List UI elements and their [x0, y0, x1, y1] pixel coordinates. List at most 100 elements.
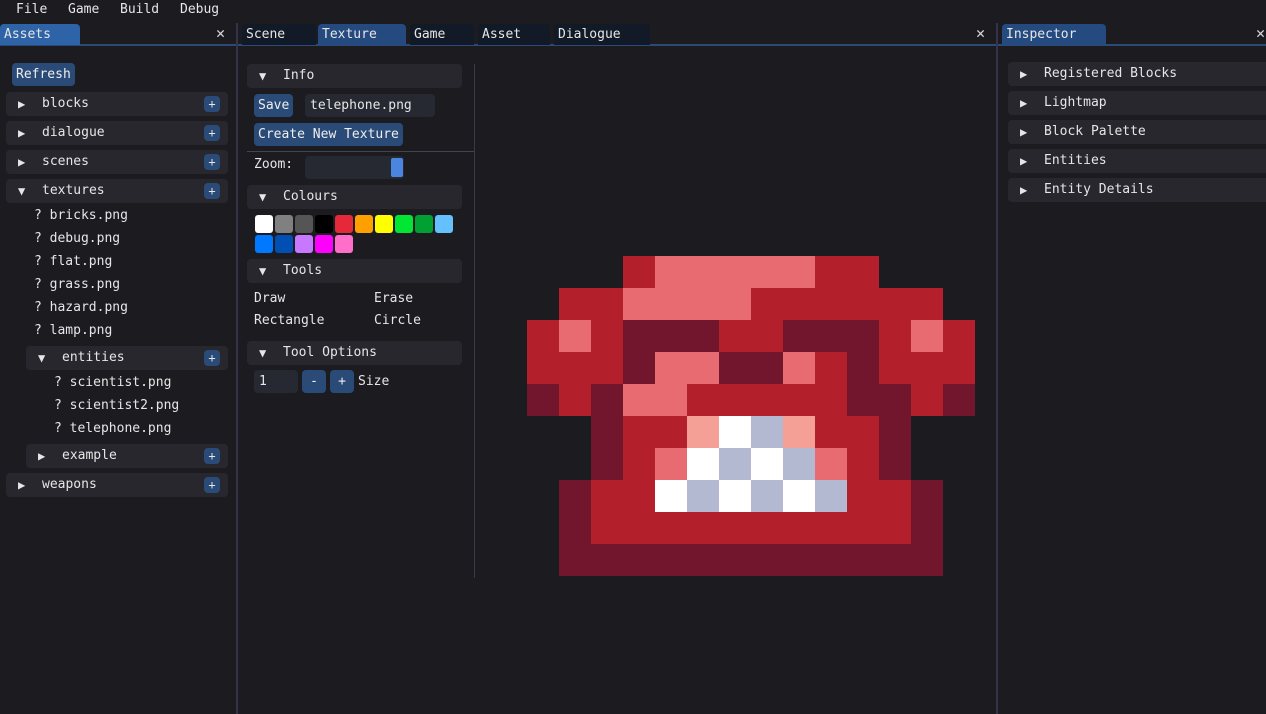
menu-game[interactable]: Game	[68, 2, 99, 17]
inspector-section[interactable]: ▶ Lightmap	[1008, 91, 1266, 115]
texture-pixel[interactable]	[783, 480, 815, 512]
texture-pixel[interactable]	[879, 512, 911, 544]
colour-swatch[interactable]	[315, 235, 333, 253]
texture-pixel[interactable]	[847, 320, 879, 352]
texture-pixel[interactable]	[719, 256, 751, 288]
colours-header[interactable]: ▼ Colours	[247, 185, 462, 209]
texture-pixel[interactable]	[783, 512, 815, 544]
tool-rectangle[interactable]: Rectangle	[254, 311, 324, 331]
tool-circle[interactable]: Circle	[374, 311, 421, 331]
create-texture-button[interactable]: Create New Texture	[254, 123, 403, 146]
texture-pixel[interactable]	[591, 352, 623, 384]
texture-pixel[interactable]	[655, 256, 687, 288]
texture-pixel[interactable]	[783, 352, 815, 384]
tool-draw[interactable]: Draw	[254, 289, 285, 309]
add-icon[interactable]: +	[204, 183, 220, 199]
texture-pixel[interactable]	[751, 416, 783, 448]
tool-options-header[interactable]: ▼ Tool Options	[247, 341, 462, 365]
texture-pixel[interactable]	[591, 544, 623, 576]
texture-pixel[interactable]	[751, 512, 783, 544]
texture-pixel[interactable]	[815, 448, 847, 480]
colour-swatch[interactable]	[355, 215, 373, 233]
texture-pixel[interactable]	[751, 384, 783, 416]
texture-pixel[interactable]	[911, 288, 943, 320]
colour-swatch[interactable]	[295, 215, 313, 233]
texture-pixel[interactable]	[911, 480, 943, 512]
texture-pixel[interactable]	[687, 352, 719, 384]
colour-swatch[interactable]	[335, 215, 353, 233]
tab-inspector[interactable]: Inspector	[1002, 24, 1106, 45]
texture-pixel[interactable]	[687, 288, 719, 320]
folder-blocks[interactable]: ▶ blocks +	[6, 92, 228, 116]
texture-pixel[interactable]	[559, 320, 591, 352]
file-item[interactable]: ? scientist.png	[54, 373, 171, 393]
texture-pixel[interactable]	[847, 448, 879, 480]
texture-pixel[interactable]	[783, 288, 815, 320]
texture-pixel[interactable]	[559, 384, 591, 416]
texture-pixel[interactable]	[623, 480, 655, 512]
texture-pixel[interactable]	[591, 512, 623, 544]
texture-pixel[interactable]	[911, 320, 943, 352]
texture-pixel[interactable]	[655, 448, 687, 480]
texture-pixel[interactable]	[815, 384, 847, 416]
texture-pixel[interactable]	[815, 352, 847, 384]
texture-pixel[interactable]	[719, 352, 751, 384]
texture-pixel[interactable]	[687, 480, 719, 512]
texture-pixel[interactable]	[815, 320, 847, 352]
folder-textures[interactable]: ▼ textures +	[6, 179, 228, 203]
texture-pixel[interactable]	[879, 288, 911, 320]
texture-pixel[interactable]	[655, 288, 687, 320]
texture-pixel[interactable]	[719, 288, 751, 320]
add-icon[interactable]: +	[204, 125, 220, 141]
texture-pixel[interactable]	[655, 480, 687, 512]
info-header[interactable]: ▼ Info	[247, 64, 462, 88]
texture-pixel[interactable]	[751, 480, 783, 512]
folder-weapons[interactable]: ▶ weapons +	[6, 473, 228, 497]
texture-pixel[interactable]	[623, 416, 655, 448]
colour-swatch[interactable]	[275, 235, 293, 253]
panel-divider[interactable]	[236, 23, 238, 714]
colour-swatch[interactable]	[255, 235, 273, 253]
size-increase-button[interactable]: +	[330, 370, 354, 393]
texture-pixel[interactable]	[751, 320, 783, 352]
folder-entities[interactable]: ▼ entities +	[26, 346, 228, 370]
size-decrease-button[interactable]: -	[302, 370, 326, 393]
filename-input[interactable]: telephone.png	[305, 94, 435, 117]
texture-pixel[interactable]	[687, 416, 719, 448]
texture-pixel[interactable]	[559, 480, 591, 512]
close-icon[interactable]: ✕	[1256, 25, 1265, 42]
texture-pixel[interactable]	[783, 544, 815, 576]
texture-pixel[interactable]	[783, 256, 815, 288]
texture-pixel[interactable]	[943, 320, 975, 352]
texture-pixel[interactable]	[623, 384, 655, 416]
texture-pixel[interactable]	[815, 544, 847, 576]
add-icon[interactable]: +	[204, 448, 220, 464]
texture-pixel[interactable]	[591, 384, 623, 416]
texture-pixel[interactable]	[815, 480, 847, 512]
texture-pixel[interactable]	[719, 480, 751, 512]
folder-scenes[interactable]: ▶ scenes +	[6, 150, 228, 174]
zoom-slider-grab[interactable]	[391, 158, 403, 177]
file-item[interactable]: ? scientist2.png	[54, 396, 179, 416]
colour-swatch[interactable]	[375, 215, 393, 233]
texture-pixel[interactable]	[943, 384, 975, 416]
texture-pixel[interactable]	[655, 320, 687, 352]
colour-swatch[interactable]	[395, 215, 413, 233]
texture-pixel[interactable]	[751, 544, 783, 576]
texture-pixel[interactable]	[783, 416, 815, 448]
texture-pixel[interactable]	[719, 448, 751, 480]
size-input[interactable]: 1	[254, 370, 298, 393]
texture-pixel[interactable]	[815, 416, 847, 448]
texture-pixel[interactable]	[815, 512, 847, 544]
inspector-section[interactable]: ▶ Entities	[1008, 149, 1266, 173]
add-icon[interactable]: +	[204, 96, 220, 112]
add-icon[interactable]: +	[204, 154, 220, 170]
texture-pixel[interactable]	[783, 320, 815, 352]
texture-pixel[interactable]	[719, 544, 751, 576]
menu-build[interactable]: Build	[120, 2, 159, 17]
add-icon[interactable]: +	[204, 350, 220, 366]
close-icon[interactable]: ✕	[976, 25, 985, 42]
texture-pixel[interactable]	[911, 512, 943, 544]
colour-swatch[interactable]	[435, 215, 453, 233]
texture-pixel[interactable]	[559, 512, 591, 544]
